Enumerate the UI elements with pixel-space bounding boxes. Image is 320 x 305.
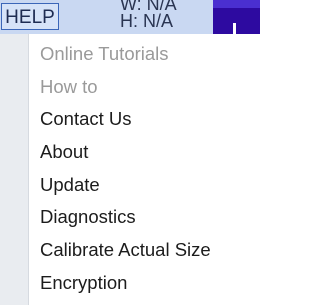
menu-bar: HELP W: N/A H: N/A (0, 0, 260, 34)
swatch-highlight (213, 0, 260, 8)
dimension-readout: W: N/A H: N/A (120, 0, 190, 30)
help-dropdown-menu: Online Tutorials How to Contact Us About… (0, 34, 260, 305)
menu-item-diagnostics[interactable]: Diagnostics (0, 201, 260, 234)
help-menu-button[interactable]: HELP (1, 3, 59, 30)
menu-item-about[interactable]: About (0, 136, 260, 169)
menu-item-update[interactable]: Update (0, 169, 260, 202)
swatch-marker (233, 23, 236, 34)
menu-item-calibrate-actual-size[interactable]: Calibrate Actual Size (0, 234, 260, 267)
color-swatch[interactable] (213, 0, 260, 34)
menu-item-contact-us[interactable]: Contact Us (0, 103, 260, 136)
height-readout: H: N/A (120, 11, 174, 31)
menu-item-list: Online Tutorials How to Contact Us About… (0, 38, 260, 300)
menu-item-encryption[interactable]: Encryption (0, 267, 260, 300)
menu-item-online-tutorials[interactable]: Online Tutorials (0, 38, 260, 71)
menu-item-how-to[interactable]: How to (0, 71, 260, 104)
